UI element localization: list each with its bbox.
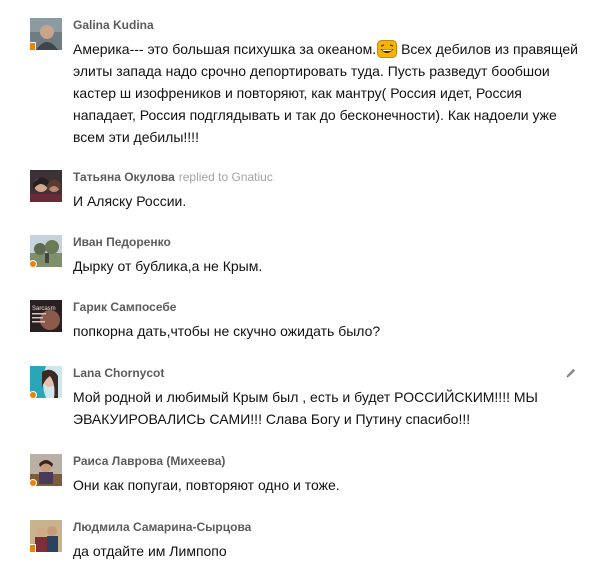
avatar-caption: Sarcasm (32, 306, 56, 312)
avatar-image: Sarcasm (30, 300, 62, 332)
comment-feed: Galina Kudina Америка--- это большая пси… (0, 0, 610, 570)
avatar[interactable] (30, 170, 62, 202)
comment-author[interactable]: Татьяна Окулова (73, 170, 175, 184)
avatar[interactable] (30, 366, 62, 398)
comment-text: Дырку от бублика,а не Крым. (73, 258, 263, 274)
comment-author[interactable]: Galina Kudina (73, 18, 154, 32)
avatar[interactable] (30, 454, 62, 486)
avatar[interactable] (30, 18, 62, 50)
comment-item: Galina Kudina Америка--- это большая пси… (30, 18, 585, 148)
comment-item: Lana Chornycot Мой родной и любимый Крым… (30, 366, 585, 430)
avatar[interactable] (30, 235, 62, 267)
comment-text: И Аляску России. (73, 193, 187, 209)
comment-author[interactable]: Иван Педоренко (73, 235, 171, 249)
pencil-icon[interactable] (565, 367, 577, 379)
comment-item: Sarcasm Гарик Сампосебе попкорна дать,чт… (30, 300, 585, 342)
comment-item: Людмила Самарина-Сырцова да отдайте им Л… (30, 520, 585, 562)
mobile-status-icon (30, 42, 36, 50)
online-status-icon (30, 260, 37, 267)
comment-item: Татьяна Окулова replied to Gnatiuc И Аляс… (30, 170, 585, 212)
comment-author[interactable]: Гарик Сампосебе (73, 300, 176, 314)
avatar[interactable] (30, 520, 62, 552)
comment-author[interactable]: Lana Chornycot (73, 366, 164, 380)
avatar-image (30, 170, 62, 202)
comment-item: Иван Педоренко Дырку от бублика,а не Кры… (30, 235, 585, 277)
online-status-icon (30, 391, 37, 398)
laughing-smiley-icon (377, 40, 398, 58)
avatar[interactable]: Sarcasm (30, 300, 62, 332)
comment-text: да отдайте им Лимпопо (73, 543, 227, 559)
comment-item: Раиса Лаврова (Михеева) Они как попугаи,… (30, 454, 585, 496)
reply-to-link[interactable]: replied to Gnatiuc (179, 170, 273, 184)
comment-author[interactable]: Людмила Самарина-Сырцова (73, 520, 251, 534)
comment-text: Они как попугаи, повторяют одно и тоже. (73, 477, 340, 493)
mobile-status-icon (30, 544, 36, 552)
comment-text: Америка--- это большая психушка за океан… (73, 40, 578, 145)
comment-author[interactable]: Раиса Лаврова (Михеева) (73, 454, 225, 468)
online-status-icon (30, 479, 37, 486)
comment-text: Мой родной и любимый Крым был , есть и б… (73, 389, 538, 427)
comment-text: попкорна дать,чтобы не скучно ожидать бы… (73, 323, 381, 339)
